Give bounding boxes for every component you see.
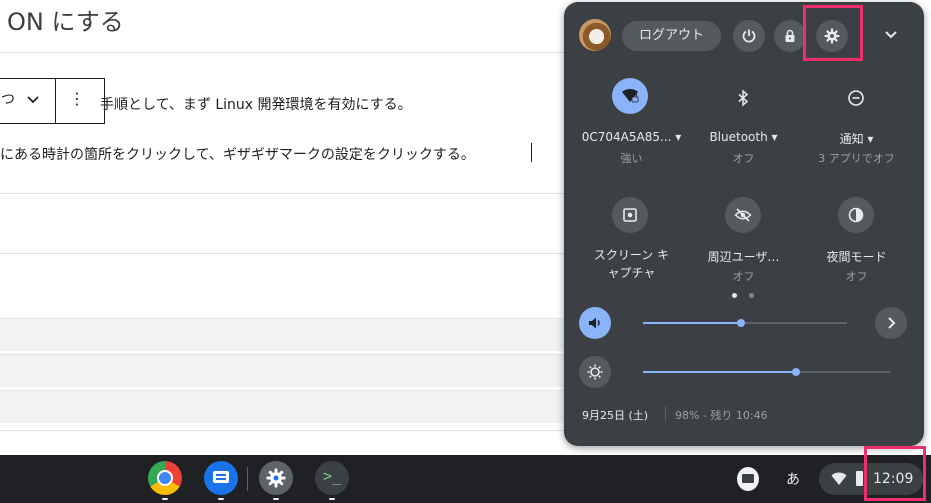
brightness-slider-fill	[643, 371, 797, 373]
ime-label: あ	[786, 472, 800, 488]
brightness-button	[579, 356, 611, 388]
clock-highlight-box	[864, 446, 926, 501]
running-indicator	[162, 498, 168, 500]
sign-out-button[interactable]: ログアウト	[622, 21, 721, 51]
lock-icon	[785, 29, 795, 42]
notifications-tile-status: 3 アプリでオフ	[818, 152, 895, 165]
night-light-icon	[848, 207, 864, 223]
page-dot[interactable]	[749, 293, 754, 298]
text-cursor	[531, 143, 532, 162]
wifi-tile-label[interactable]: 0C704A5A85... ▾	[574, 130, 689, 144]
bluetooth-tile-button[interactable]	[725, 80, 761, 116]
brightness-slider[interactable]	[643, 368, 890, 376]
shelf-separator	[247, 467, 248, 491]
notifications-tile-button[interactable]	[838, 80, 874, 116]
notifications-tile-label[interactable]: 通知 ▾	[799, 130, 914, 147]
lock-button[interactable]	[774, 20, 806, 52]
bluetooth-tile-label[interactable]: Bluetooth ▾	[686, 130, 801, 144]
running-indicator	[218, 498, 224, 500]
brightness-icon	[587, 364, 603, 380]
chrome-icon[interactable]	[148, 461, 182, 495]
nearby-share-tile-button[interactable]	[725, 197, 761, 233]
footer-separator	[665, 406, 666, 421]
bluetooth-tile-status: オフ	[732, 152, 755, 165]
divider	[0, 52, 570, 53]
list-row	[0, 318, 570, 351]
nearby-share-tile-status: オフ	[732, 270, 755, 283]
nearby-share-tile-label[interactable]: 周辺ユーザ…	[686, 248, 801, 265]
wifi-tile-status: 強い	[620, 152, 643, 165]
screen-capture-icon	[623, 208, 637, 222]
power-icon	[742, 29, 756, 43]
toolbar-edge-glyph: つ	[1, 92, 15, 108]
volume-slider[interactable]	[643, 319, 847, 327]
power-button[interactable]	[733, 20, 765, 52]
chevron-right-icon	[888, 317, 896, 329]
post-heading: ON にする	[7, 8, 124, 36]
messages-icon[interactable]	[204, 461, 238, 495]
avatar[interactable]	[579, 19, 611, 51]
volume-slider-fill	[643, 322, 741, 324]
screen-capture-tile-label[interactable]: スクリーン キ ャプチャ	[574, 246, 689, 282]
terminal-icon[interactable]: >_	[315, 461, 349, 495]
night-light-tile-label[interactable]: 夜間モード	[799, 248, 914, 265]
do-not-disturb-icon	[848, 90, 864, 106]
battery-status[interactable]: 98% - 残り 10:46	[675, 407, 768, 423]
toolbar-separator	[55, 79, 56, 123]
divider	[0, 430, 570, 431]
chevron-down-icon[interactable]	[25, 91, 41, 107]
screen-capture-tile-button[interactable]	[612, 197, 648, 233]
volume-icon	[589, 317, 600, 329]
paragraph-2[interactable]: にある時計の箇所をクリックして、ギザギザマークの設定をクリックする。	[0, 144, 475, 164]
brightness-slider-thumb[interactable]	[792, 368, 801, 376]
volume-slider-thumb[interactable]	[736, 319, 745, 327]
battery-icon	[856, 471, 863, 486]
block-toolbar: つ ⋮	[0, 78, 105, 124]
paragraph-1[interactable]: 手順として、まず Linux 開発環境を有効にする。	[100, 94, 412, 114]
quick-settings-panel: ログアウト 0C704A5A85... ▾ 強い Bluetooth ▾ オフ …	[564, 2, 924, 446]
bluetooth-icon	[738, 89, 749, 107]
collapse-chevron-icon[interactable]	[883, 26, 899, 42]
settings-app-icon[interactable]	[259, 461, 293, 495]
page-dot-active[interactable]	[732, 293, 737, 298]
privacy-eye-off-icon	[734, 208, 752, 222]
running-indicator	[329, 498, 335, 500]
night-light-tile-status: オフ	[845, 270, 868, 283]
list-row	[0, 354, 570, 387]
mute-toggle-button[interactable]	[579, 307, 611, 339]
ime-menu-button[interactable]: あ	[777, 463, 809, 495]
running-indicator	[273, 498, 279, 500]
more-options-icon[interactable]: ⋮	[69, 89, 85, 109]
shelf: >_ あ	[0, 455, 931, 503]
divider	[0, 253, 570, 254]
date-label[interactable]: 9月25日 (土)	[582, 407, 648, 423]
night-light-tile-button[interactable]	[838, 197, 874, 233]
clipboard-tray-button[interactable]	[731, 463, 763, 495]
audio-settings-button[interactable]	[875, 307, 907, 339]
wifi-icon	[831, 472, 847, 485]
list-row	[0, 390, 570, 423]
wifi-tile-button[interactable]	[612, 78, 648, 114]
divider	[0, 193, 570, 194]
settings-highlight-box	[803, 5, 863, 61]
wifi-locked-icon	[622, 88, 639, 103]
